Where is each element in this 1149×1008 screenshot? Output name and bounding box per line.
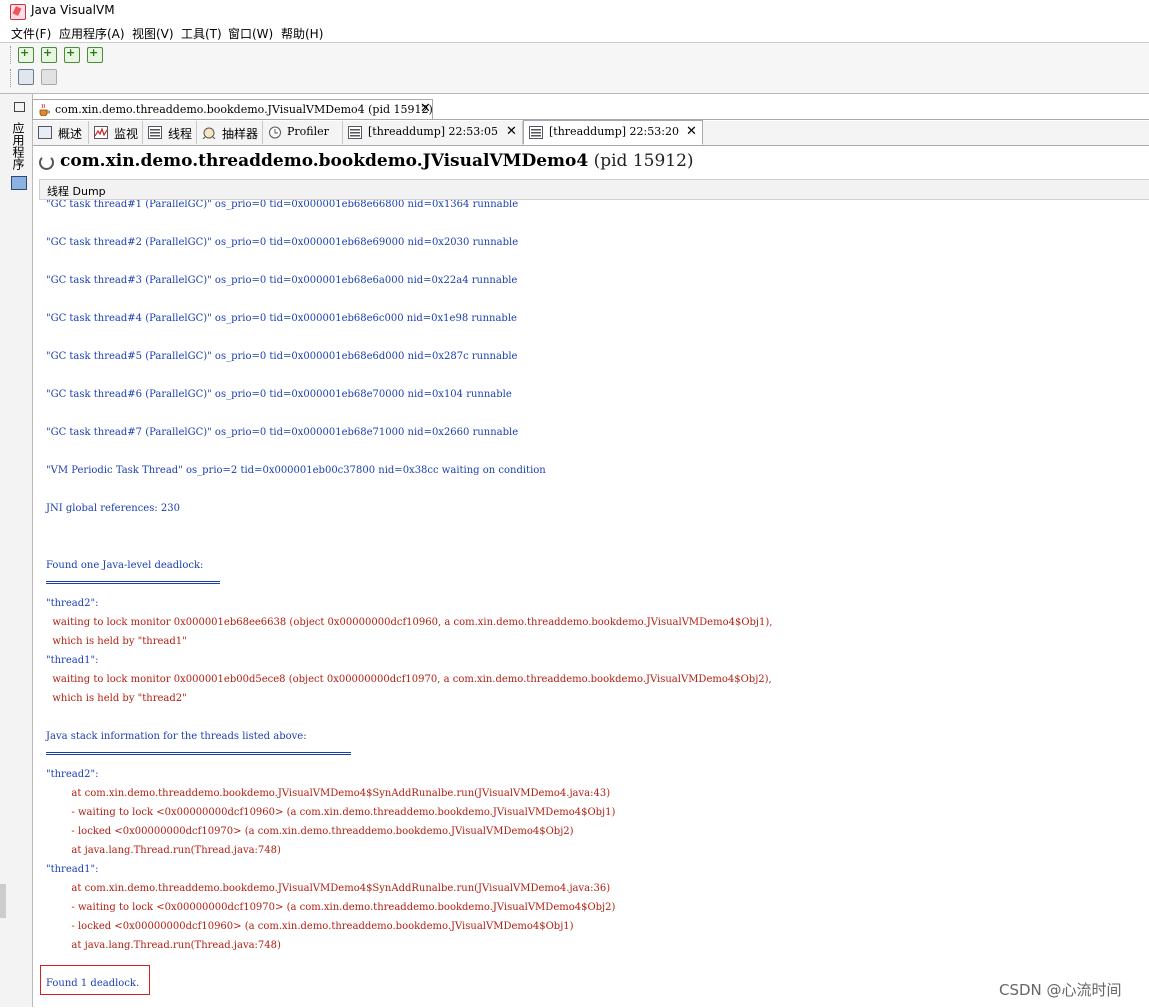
loading-spinner-icon bbox=[39, 155, 54, 170]
dump-line: JNI global references: 230 bbox=[46, 503, 180, 514]
dump-line: at com.xin.demo.threaddemo.bookdemo.JVis… bbox=[46, 788, 611, 799]
tab-label: [threaddump] 22:53:20 bbox=[549, 125, 679, 138]
threaddump-icon bbox=[348, 126, 362, 139]
add-vm-coredump-icon[interactable] bbox=[87, 46, 103, 63]
pid-label: (pid 15912) bbox=[593, 151, 694, 171]
tab-sampler[interactable]: 抽样器 bbox=[197, 121, 263, 144]
profiler-clock-icon bbox=[269, 126, 281, 139]
tab-label: 概述 bbox=[58, 127, 83, 141]
window-title: Java VisualVM bbox=[31, 3, 115, 17]
document-tab-label: com.xin.demo.threaddemo.bookdemo.JVisual… bbox=[55, 103, 433, 116]
close-icon[interactable]: ✕ bbox=[506, 124, 517, 139]
tab-threaddump-2[interactable]: [threaddump] 22:53:20 ✕ bbox=[523, 120, 703, 145]
dump-line: "GC task thread#4 (ParallelGC)" os_prio=… bbox=[46, 313, 517, 324]
close-icon[interactable]: ✕ bbox=[420, 101, 431, 116]
tab-overview[interactable]: 概述 bbox=[33, 121, 89, 144]
tab-monitor[interactable]: 监视 bbox=[89, 121, 143, 144]
dump-line: at java.lang.Thread.run(Thread.java:748) bbox=[46, 940, 281, 951]
menu-file[interactable]: 文件(F) bbox=[11, 25, 51, 42]
dump-line: "GC task thread#5 (ParallelGC)" os_prio=… bbox=[46, 351, 518, 362]
tab-threads[interactable]: 线程 bbox=[143, 121, 197, 144]
dump-line: "VM Periodic Task Thread" os_prio=2 tid=… bbox=[46, 465, 546, 476]
applications-window-icon[interactable] bbox=[11, 176, 27, 190]
add-jmx-connection-icon[interactable] bbox=[41, 46, 57, 63]
add-remote-host-icon[interactable] bbox=[64, 46, 80, 63]
tab-label: 抽样器 bbox=[222, 127, 259, 141]
applications-panel-tab[interactable]: 应用程序 bbox=[10, 122, 27, 170]
deadlock-header: Found one Java-level deadlock: bbox=[46, 560, 204, 571]
toolbar bbox=[0, 43, 1149, 94]
title-bar: Java VisualVM bbox=[0, 0, 1149, 22]
visualvm-app-icon bbox=[10, 4, 26, 20]
menu-tools[interactable]: 工具(T) bbox=[181, 25, 222, 42]
monitor-chart-icon bbox=[94, 126, 108, 139]
watermark: CSDN @心流时间 bbox=[999, 981, 1122, 999]
menu-applications[interactable]: 应用程序(A) bbox=[59, 25, 125, 42]
menu-window[interactable]: 窗口(W) bbox=[228, 25, 273, 42]
document-tab[interactable]: com.xin.demo.threaddemo.bookdemo.JVisual… bbox=[32, 99, 433, 120]
stack-header: Java stack information for the threads l… bbox=[46, 731, 307, 742]
dump-line: "thread1": bbox=[46, 655, 99, 666]
page-title-text: com.xin.demo.threaddemo.bookdemo.JVisual… bbox=[60, 151, 694, 171]
tab-label: Profiler bbox=[287, 125, 329, 138]
toolbar-grip-2[interactable] bbox=[10, 69, 14, 87]
view-tabs: 概述 监视 线程 抽样器 Profiler [threaddump] 22:53… bbox=[33, 120, 1149, 146]
toolbar-grip[interactable] bbox=[10, 46, 14, 64]
dump-line: at java.lang.Thread.run(Thread.java:748) bbox=[46, 845, 281, 856]
dump-line: "GC task thread#1 (ParallelGC)" os_prio=… bbox=[46, 200, 519, 210]
tab-label: [threaddump] 22:53:05 bbox=[368, 125, 498, 138]
dump-line: "GC task thread#7 (ParallelGC)" os_prio=… bbox=[46, 427, 519, 438]
threads-icon bbox=[148, 126, 162, 139]
restore-window-icon[interactable] bbox=[14, 102, 25, 112]
dump-line: "thread2": bbox=[46, 769, 99, 780]
dump-line: - waiting to lock <0x00000000dcf10960> (… bbox=[46, 807, 616, 818]
dump-line: - locked <0x00000000dcf10970> (a com.xin… bbox=[46, 826, 574, 837]
dump-line: "GC task thread#3 (ParallelGC)" os_prio=… bbox=[46, 275, 518, 286]
tab-label: 监视 bbox=[114, 127, 139, 141]
menu-view[interactable]: 视图(V) bbox=[132, 25, 174, 42]
tab-profiler[interactable]: Profiler bbox=[263, 121, 343, 144]
dump-line: "GC task thread#6 (ParallelGC)" os_prio=… bbox=[46, 389, 512, 400]
java-cup-icon bbox=[39, 103, 50, 116]
dump-line: at com.xin.demo.threaddemo.bookdemo.JVis… bbox=[46, 883, 611, 894]
threaddump-icon bbox=[529, 126, 543, 139]
dump-line: which is held by "thread1" bbox=[46, 636, 187, 647]
menu-bar: 文件(F) 应用程序(A) 视图(V) 工具(T) 窗口(W) 帮助(H) bbox=[0, 22, 1149, 43]
add-jdbc-connection-icon[interactable] bbox=[18, 46, 34, 63]
header-underline bbox=[46, 581, 220, 584]
dump-line: - waiting to lock <0x00000000dcf10970> (… bbox=[46, 902, 616, 913]
close-icon[interactable]: ✕ bbox=[686, 124, 697, 139]
section-title: 线程 Dump bbox=[47, 185, 106, 198]
load-snapshot-icon[interactable] bbox=[18, 69, 34, 85]
dump-line: "thread1": bbox=[46, 864, 99, 875]
section-header: 线程 Dump bbox=[39, 179, 1149, 200]
tab-label: 线程 bbox=[168, 127, 193, 141]
overview-icon bbox=[38, 126, 52, 139]
thread-dump-view[interactable]: "GC task thread#1 (ParallelGC)" os_prio=… bbox=[33, 200, 1149, 1007]
dump-line: waiting to lock monitor 0x000001eb68ee66… bbox=[46, 617, 773, 628]
sampler-icon bbox=[202, 127, 216, 139]
save-snapshot-icon[interactable] bbox=[41, 69, 57, 85]
dump-line: waiting to lock monitor 0x000001eb00d5ec… bbox=[46, 674, 772, 685]
header-underline bbox=[46, 752, 351, 755]
deadlock-summary: Found 1 deadlock. bbox=[46, 978, 140, 989]
dump-line: - locked <0x00000000dcf10960> (a com.xin… bbox=[46, 921, 574, 932]
left-side-panel: 应用程序 bbox=[0, 94, 33, 1007]
dump-line: "GC task thread#2 (ParallelGC)" os_prio=… bbox=[46, 237, 519, 248]
dump-line: which is held by "thread2" bbox=[46, 693, 187, 704]
menu-help[interactable]: 帮助(H) bbox=[281, 25, 323, 42]
tab-threaddump-1[interactable]: [threaddump] 22:53:05 ✕ bbox=[343, 121, 523, 144]
app-name: com.xin.demo.threaddemo.bookdemo.JVisual… bbox=[60, 151, 589, 171]
dump-line: "thread2": bbox=[46, 598, 99, 609]
scroll-indicator bbox=[0, 884, 6, 918]
